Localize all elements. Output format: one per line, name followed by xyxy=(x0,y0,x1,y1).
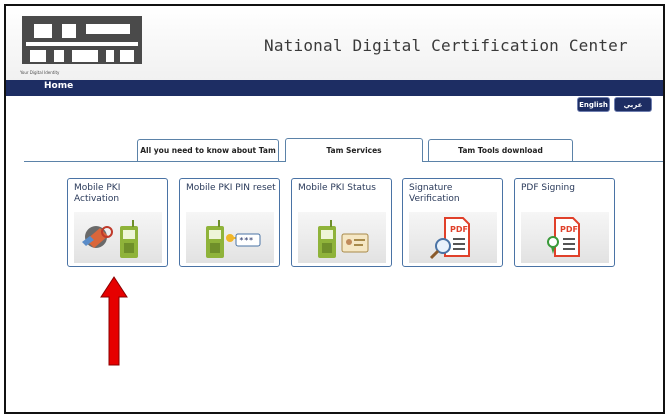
service-pdf-signing[interactable]: PDF Signing PDF xyxy=(514,178,615,267)
pin-reset-icon: *** xyxy=(206,220,261,258)
site-title: National Digital Certification Center xyxy=(264,36,628,55)
browser-frame: Your Digital Identity National Digital C… xyxy=(4,4,665,414)
tile-image: *** xyxy=(186,212,274,263)
pdf-magnifier-icon: PDF xyxy=(429,217,470,260)
tab-about-tam[interactable]: All you need to know about Tam xyxy=(137,139,279,161)
tam-logo[interactable]: Your Digital Identity xyxy=(16,12,156,76)
key-phone-icon xyxy=(82,220,138,258)
tile-image: PDF xyxy=(521,212,609,263)
arabic-button[interactable]: عربي xyxy=(614,97,652,112)
tile-label: Mobile PKI Status xyxy=(298,183,376,193)
tile-label: Mobile PKI Activation xyxy=(74,183,121,204)
tab-tools-download[interactable]: Tam Tools download xyxy=(428,139,573,161)
tile-image xyxy=(298,212,386,263)
main-navbar: Home xyxy=(6,80,663,96)
tab-tam-services[interactable]: Tam Services xyxy=(285,138,423,162)
service-mobile-pki-status[interactable]: Mobile PKI Status xyxy=(291,178,392,267)
tile-image xyxy=(74,212,162,263)
annotation-arrow-icon xyxy=(100,276,128,366)
service-mobile-pki-pin-reset[interactable]: Mobile PKI PIN reset *** xyxy=(179,178,280,267)
tile-label: PDF Signing xyxy=(521,183,575,193)
svg-text:PDF: PDF xyxy=(560,225,578,234)
tile-image: PDF xyxy=(409,212,497,263)
service-mobile-pki-activation[interactable]: Mobile PKI Activation xyxy=(67,178,168,267)
site-header: Your Digital Identity National Digital C… xyxy=(6,6,663,80)
tile-label: Mobile PKI PIN reset xyxy=(186,183,276,193)
nav-home-link[interactable]: Home xyxy=(44,81,73,91)
tile-label: Signature Verification xyxy=(409,183,460,204)
pdf-signing-icon: PDF xyxy=(547,217,580,257)
svg-text:PDF: PDF xyxy=(450,225,468,234)
phone-id-card-icon xyxy=(318,220,369,258)
service-signature-verification[interactable]: Signature Verification PDF xyxy=(402,178,503,267)
english-button[interactable]: English xyxy=(577,97,610,112)
svg-text:***: *** xyxy=(239,236,254,245)
svg-text:Your Digital Identity: Your Digital Identity xyxy=(19,70,60,75)
